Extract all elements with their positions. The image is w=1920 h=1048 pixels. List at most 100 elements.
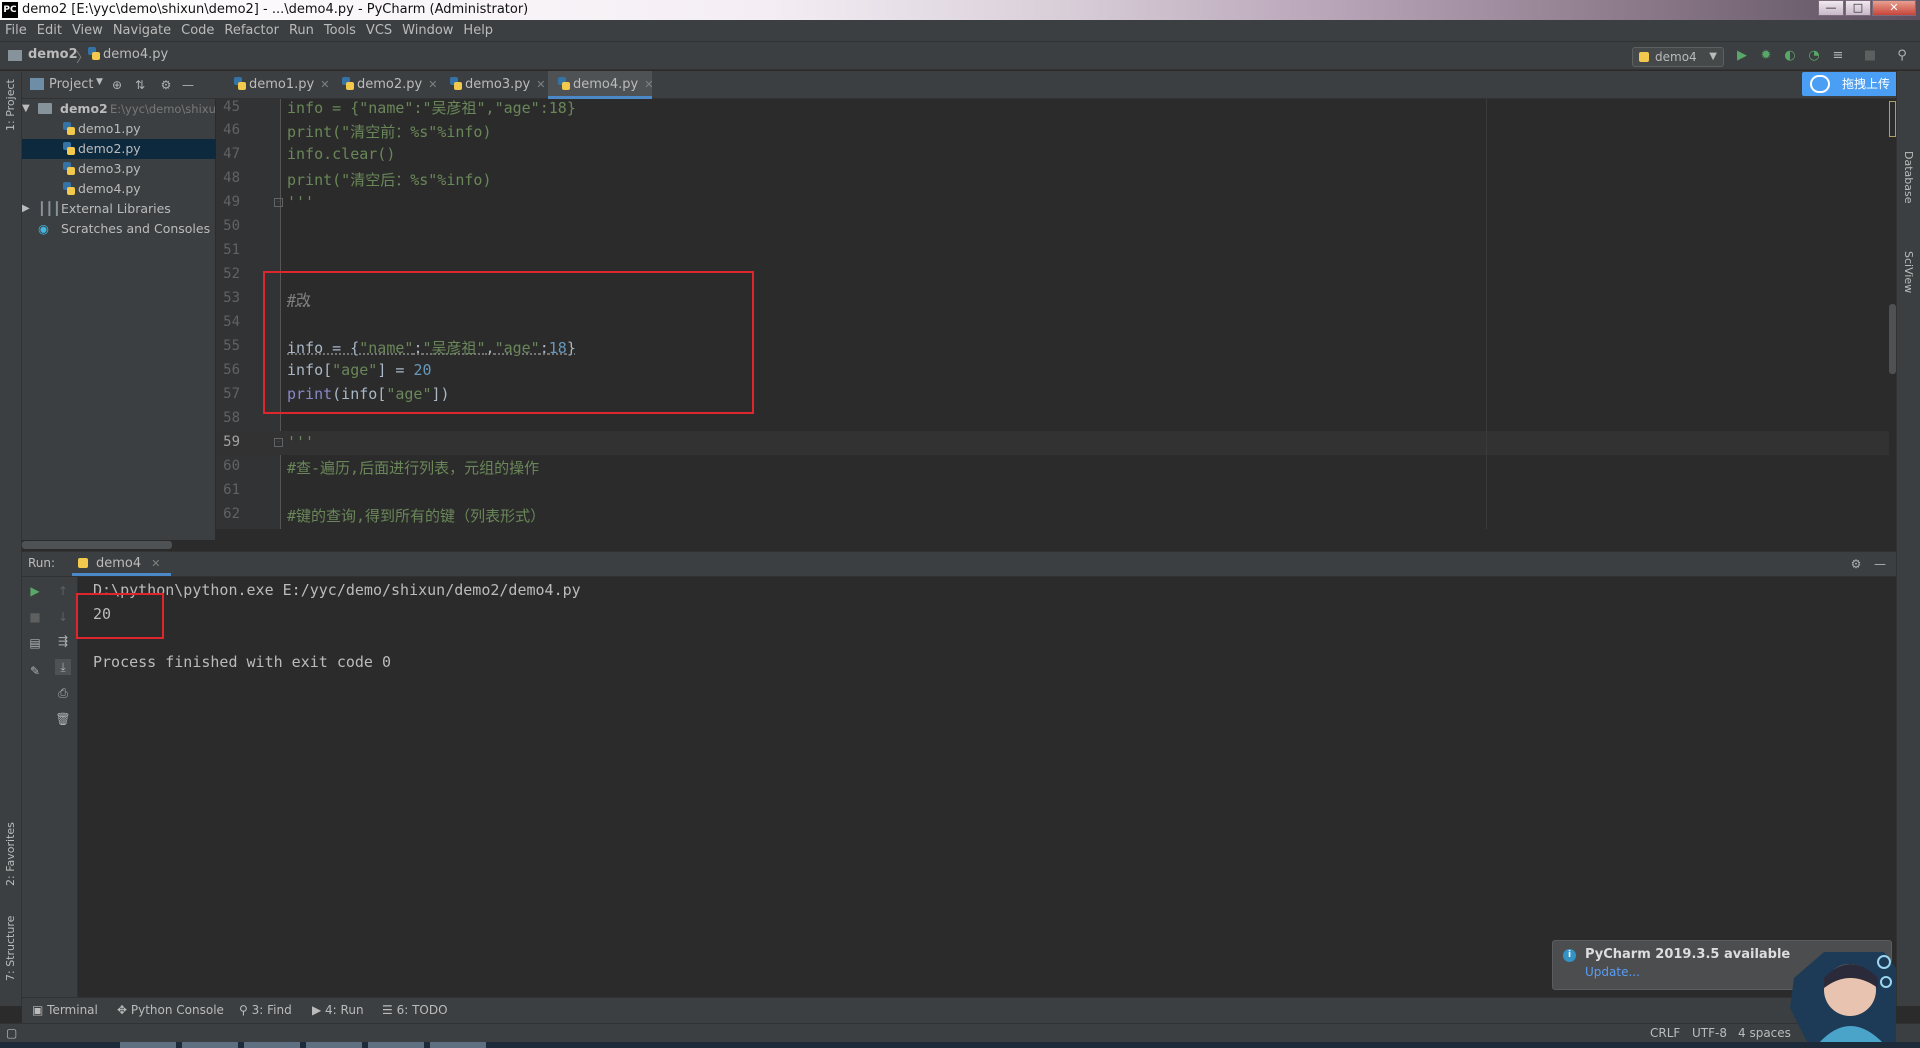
stop-icon[interactable]: ■: [1861, 46, 1879, 66]
search-icon[interactable]: ⚲: [1893, 46, 1911, 66]
console-exit-message: Process finished with exit code 0: [93, 653, 392, 671]
encoding-status[interactable]: UTF-8: [1692, 1026, 1727, 1040]
sciview-tool-tab[interactable]: SciView: [1902, 251, 1915, 293]
window-title: demo2 [E:\yyc\demo\shixun\demo2] - ...\d…: [22, 2, 529, 17]
close-tab-icon[interactable]: ✕: [151, 557, 160, 570]
close-tab-icon[interactable]: ✕: [536, 78, 545, 91]
tab-label: demo1.py: [249, 77, 315, 92]
menu-help[interactable]: Help: [458, 20, 498, 42]
breadcrumb-project[interactable]: demo2: [28, 47, 78, 62]
tree-root-demo2[interactable]: ▼ demo2 E:\yyc\demo\shixu: [22, 99, 216, 119]
python-file-icon: [63, 162, 75, 175]
chevron-down-icon[interactable]: ▼: [96, 77, 103, 87]
tab-find[interactable]: ⚲ 3: Find: [239, 1003, 292, 1017]
tree-file-demo4[interactable]: demo4.py: [22, 179, 216, 199]
menu-navigate[interactable]: Navigate: [108, 20, 176, 42]
update-link[interactable]: Update...: [1585, 965, 1640, 979]
tab-demo2[interactable]: demo2.py ✕: [332, 71, 437, 99]
vertical-scrollbar[interactable]: [1889, 99, 1896, 529]
tab-run[interactable]: ▶ 4: Run: [312, 1003, 364, 1017]
terminal-icon: ▣: [32, 1003, 48, 1017]
arrow-down-icon[interactable]: ↓: [55, 609, 71, 625]
rerun-icon[interactable]: ▶: [27, 583, 43, 599]
fold-marker-icon[interactable]: -: [274, 438, 283, 447]
menu-run[interactable]: Run: [284, 20, 319, 42]
favorites-tool-tab[interactable]: 2: Favorites: [4, 822, 17, 886]
menu-file[interactable]: File: [0, 20, 32, 42]
soft-wrap-icon[interactable]: ⇶: [55, 633, 71, 649]
trash-icon[interactable]: 🗑: [55, 711, 71, 727]
expand-arrow-icon[interactable]: ▼: [22, 99, 30, 119]
profile-icon[interactable]: ◔: [1805, 46, 1823, 66]
tab-todo[interactable]: ☰ 6: TODO: [382, 1003, 448, 1017]
gear-icon[interactable]: ⚙: [158, 77, 174, 93]
tree-scratches[interactable]: ◉ Scratches and Consoles: [22, 219, 216, 239]
tab-python-console[interactable]: ✥ Python Console: [117, 1003, 224, 1017]
structure-tool-tab[interactable]: 7: Structure: [4, 916, 17, 981]
menu-window[interactable]: Window: [397, 20, 458, 42]
maximize-button[interactable]: □: [1845, 0, 1871, 16]
tab-demo1[interactable]: demo1.py ✕: [224, 71, 329, 99]
taskbar-app[interactable]: [182, 1042, 240, 1048]
breadcrumb-file[interactable]: demo4.py: [103, 47, 168, 62]
current-line-highlight: [216, 431, 1889, 455]
debug-icon[interactable]: ✹: [1757, 46, 1775, 66]
taskbar-app[interactable]: [368, 1042, 426, 1048]
event-log-icon[interactable]: ▢: [6, 1026, 17, 1040]
taskbar-app[interactable]: [244, 1042, 302, 1048]
menu-code[interactable]: Code: [176, 20, 219, 42]
print-icon[interactable]: ⎙: [55, 685, 71, 701]
cloud-upload-icon: [1810, 75, 1830, 93]
close-tab-icon[interactable]: ✕: [428, 78, 437, 91]
gear-icon[interactable]: ⚙: [1848, 556, 1864, 572]
coverage-icon[interactable]: ◐: [1781, 46, 1799, 66]
close-tab-icon[interactable]: ✕: [644, 78, 653, 91]
menu-view[interactable]: View: [67, 20, 108, 42]
arrow-up-icon[interactable]: ↑: [55, 583, 71, 599]
taskbar-app[interactable]: [430, 1042, 488, 1048]
taskbar-app[interactable]: [306, 1042, 364, 1048]
locate-icon[interactable]: ⊕: [109, 77, 125, 93]
tree-external-libraries-label: External Libraries: [61, 201, 171, 216]
floating-avatar-widget[interactable]: [1784, 948, 1896, 1044]
tree-file-demo2[interactable]: demo2.py: [22, 139, 216, 159]
concurrency-icon[interactable]: ≡: [1829, 46, 1847, 66]
database-tool-tab[interactable]: Database: [1902, 151, 1915, 204]
menu-vcs[interactable]: VCS: [361, 20, 397, 42]
minimize-button[interactable]: —: [1818, 0, 1844, 16]
close-button[interactable]: ✕: [1872, 0, 1916, 16]
line-number: 48: [223, 170, 240, 186]
layout-icon[interactable]: ▤: [27, 635, 43, 651]
console-output[interactable]: [78, 577, 1896, 997]
run-config-dropdown[interactable]: demo4 ▼: [1632, 47, 1724, 67]
collapse-all-icon[interactable]: ⇅: [132, 77, 148, 93]
indent-status[interactable]: 4 spaces: [1738, 1026, 1791, 1040]
tab-demo3[interactable]: demo3.py ✕: [440, 71, 545, 99]
run-icon[interactable]: ▶: [1733, 46, 1751, 66]
tab-terminal[interactable]: ▣ Terminal: [32, 1003, 98, 1017]
run-tab-demo4[interactable]: demo4 ✕: [72, 554, 171, 576]
menu-refactor[interactable]: Refactor: [219, 20, 284, 42]
code-line-45: info = {"name":"吴彦祖","age":18}: [287, 99, 576, 117]
tree-file-demo1[interactable]: demo1.py: [22, 119, 216, 139]
line-separator-status[interactable]: CRLF: [1650, 1026, 1680, 1040]
close-tab-icon[interactable]: ✕: [320, 78, 329, 91]
project-tool-tab[interactable]: 1: Project: [4, 79, 17, 131]
project-view-selector[interactable]: Project: [49, 77, 93, 92]
tree-file-demo3[interactable]: demo3.py: [22, 159, 216, 179]
python-file-icon: [78, 558, 88, 568]
hide-icon[interactable]: —: [180, 77, 196, 93]
hide-icon[interactable]: —: [1872, 556, 1888, 572]
expand-arrow-icon[interactable]: ▶: [22, 199, 30, 219]
menu-tools[interactable]: Tools: [319, 20, 361, 42]
taskbar-app[interactable]: [120, 1042, 178, 1048]
upload-button[interactable]: 拖拽上传: [1802, 72, 1908, 96]
tree-external-libraries[interactable]: ▶ ┃┃┃ External Libraries: [22, 199, 216, 219]
scroll-to-end-icon[interactable]: ⤓: [55, 659, 71, 675]
tab-demo4[interactable]: demo4.py ✕: [548, 71, 653, 99]
stop-icon[interactable]: ■: [27, 609, 43, 625]
fold-marker-icon[interactable]: -: [274, 198, 283, 207]
pin-icon[interactable]: ✎: [27, 663, 43, 679]
menu-edit[interactable]: Edit: [32, 20, 67, 42]
horizontal-scrollbar[interactable]: [22, 541, 172, 549]
